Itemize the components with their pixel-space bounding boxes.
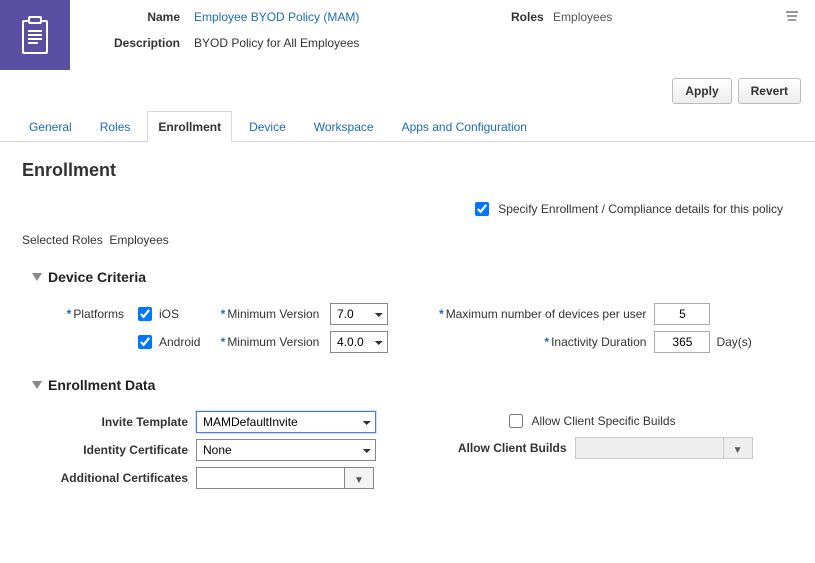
policy-icon (0, 0, 70, 70)
invite-template-label: Invite Template (46, 415, 196, 429)
android-minver-select[interactable]: 4.0.0 (330, 331, 388, 353)
overflow-menu-icon[interactable] (785, 10, 799, 24)
identity-cert-label: Identity Certificate (46, 443, 196, 457)
tab-roles[interactable]: Roles (89, 111, 142, 142)
specify-label: Specify Enrollment / Compliance details … (498, 202, 783, 216)
page-header: Name Employee BYOD Policy (MAM) Descript… (0, 0, 815, 70)
roles-value: Employees (547, 10, 612, 24)
invite-template-select[interactable]: MAMDefaultInvite (196, 411, 376, 433)
specify-checkbox[interactable] (475, 202, 489, 216)
tab-enrollment[interactable]: Enrollment (147, 111, 232, 142)
inactivity-input[interactable] (654, 331, 710, 353)
collapse-icon (32, 381, 42, 389)
name-value[interactable]: Employee BYOD Policy (MAM) (180, 10, 359, 24)
additional-certs-dropdown-button[interactable] (344, 467, 374, 489)
content-area: Enrollment Specify Enrollment / Complian… (0, 142, 815, 525)
ios-minver-select[interactable]: 7.0 (330, 303, 388, 325)
additional-certs-input[interactable] (196, 467, 344, 489)
max-devices-label: *Maximum number of devices per user (434, 307, 654, 321)
tab-workspace[interactable]: Workspace (303, 111, 385, 142)
collapse-icon (32, 273, 42, 281)
selected-roles-label: Selected Roles (22, 233, 103, 247)
selected-roles-row: Selected Roles Employees (22, 233, 793, 247)
android-minver-label: *Minimum Version (210, 335, 330, 349)
action-bar: Apply Revert (0, 70, 815, 110)
additional-certs-combo[interactable] (196, 467, 374, 489)
inactivity-unit: Day(s) (710, 335, 751, 349)
allow-client-specific-checkbox[interactable] (509, 414, 523, 428)
name-label: Name (90, 10, 180, 24)
ios-checkbox[interactable] (138, 307, 152, 321)
allow-client-builds-label: Allow Client Builds (445, 441, 575, 455)
tab-device[interactable]: Device (238, 111, 297, 142)
inactivity-label: *Inactivity Duration (434, 335, 654, 349)
identity-cert-select[interactable]: None (196, 439, 376, 461)
tab-bar: General Roles Enrollment Device Workspac… (0, 110, 815, 142)
platforms-label: *Platforms (46, 307, 124, 321)
max-devices-input[interactable] (654, 303, 710, 325)
allow-client-builds-dropdown-button (723, 437, 753, 459)
tab-apps[interactable]: Apps and Configuration (391, 111, 538, 142)
device-criteria-heading[interactable]: Device Criteria (32, 269, 793, 285)
additional-certs-label: Additional Certificates (46, 471, 196, 485)
roles-label: Roles (511, 10, 544, 24)
apply-button[interactable]: Apply (672, 78, 731, 104)
description-label: Description (90, 36, 180, 50)
description-value: BYOD Policy for All Employees (180, 36, 359, 50)
tab-general[interactable]: General (18, 111, 83, 142)
selected-roles-value: Employees (109, 233, 168, 247)
revert-button[interactable]: Revert (738, 78, 801, 104)
allow-client-builds-combo (575, 437, 753, 459)
ios-minver-label: *Minimum Version (210, 307, 330, 321)
android-checkbox[interactable] (138, 335, 152, 349)
page-title: Enrollment (22, 160, 793, 181)
allow-client-specific-label: Allow Client Specific Builds (526, 414, 676, 428)
allow-client-builds-input (575, 437, 723, 459)
android-label: Android (159, 335, 200, 349)
ios-label: iOS (159, 307, 179, 321)
enrollment-data-heading[interactable]: Enrollment Data (32, 377, 793, 393)
